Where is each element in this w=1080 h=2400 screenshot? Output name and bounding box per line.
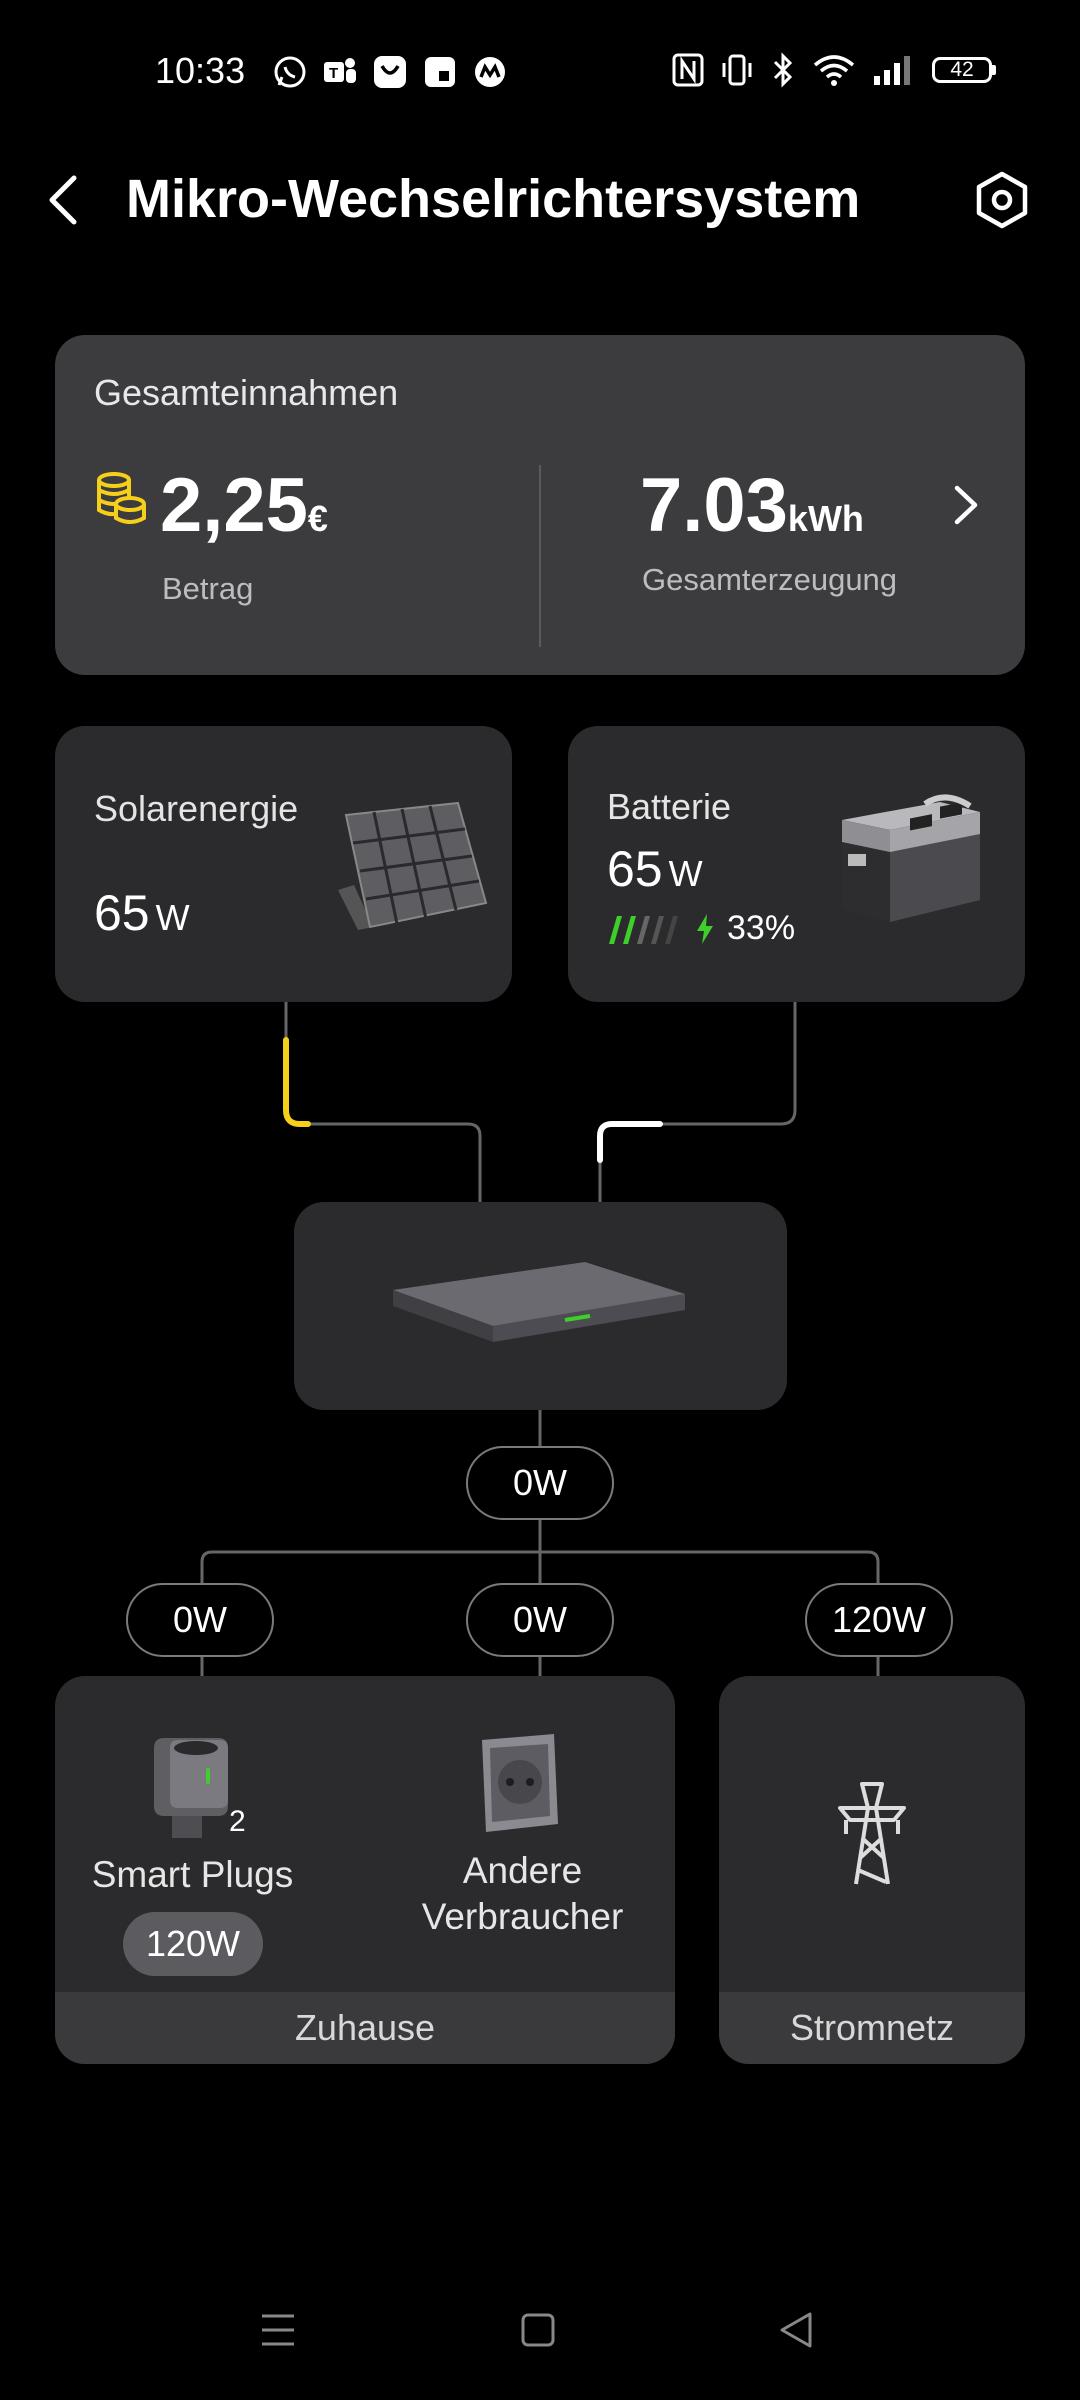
app-icon bbox=[472, 54, 508, 90]
grid-footer: Stromnetz bbox=[719, 1992, 1025, 2064]
menu-icon bbox=[262, 2314, 294, 2346]
coins-icon bbox=[94, 470, 148, 528]
inverter-output-pill: 0W bbox=[466, 1446, 614, 1520]
nav-back-button[interactable] bbox=[776, 2310, 816, 2355]
bluetooth-icon bbox=[773, 52, 793, 88]
total-energy-label: Gesamterzeugung bbox=[642, 562, 898, 597]
charging-bolt-icon bbox=[697, 913, 713, 944]
battery-label: Batterie bbox=[607, 786, 732, 827]
earnings-title: Gesamteinnahmen bbox=[94, 372, 399, 413]
solar-panel-image bbox=[318, 795, 488, 935]
settings-hex-icon bbox=[976, 171, 1028, 229]
status-time: 10:33 bbox=[155, 50, 246, 91]
inverter-image bbox=[385, 1242, 695, 1352]
earnings-amount-label: Betrag bbox=[162, 571, 254, 606]
back-triangle-icon bbox=[780, 2312, 812, 2348]
wall-socket-icon[interactable] bbox=[472, 1732, 564, 1836]
chevron-right-icon bbox=[954, 485, 978, 525]
grid-flow-pill: 120W bbox=[805, 1583, 953, 1657]
smart-plug-icon[interactable] bbox=[148, 1734, 240, 1842]
smart-plugs-count: 2 bbox=[229, 1805, 246, 1838]
home-square-icon bbox=[521, 2313, 555, 2347]
back-button[interactable] bbox=[46, 170, 96, 230]
battery-indicator: 42 bbox=[932, 57, 992, 83]
whatsapp-icon bbox=[272, 54, 308, 90]
smart-plugs-flow-pill: 0W bbox=[126, 1583, 274, 1657]
signal-icon bbox=[874, 56, 910, 85]
battery-level: 33% bbox=[607, 909, 795, 948]
page-title: Mikro-Wechselrichtersystem bbox=[126, 169, 861, 229]
home-footer: Zuhause bbox=[55, 1992, 675, 2064]
settings-button[interactable] bbox=[970, 168, 1034, 232]
power-station-image bbox=[830, 790, 995, 930]
chevron-left-icon bbox=[49, 175, 77, 225]
shop-icon bbox=[372, 54, 408, 90]
battery-level-bars bbox=[609, 915, 678, 944]
wifi-icon bbox=[813, 55, 855, 86]
total-energy: 7.03kWh bbox=[640, 463, 864, 548]
energy-unit: kWh bbox=[787, 498, 864, 539]
battery-power: 65 W bbox=[607, 841, 703, 897]
nav-menu-button[interactable] bbox=[258, 2310, 298, 2355]
earnings-amount: 2,25€ bbox=[160, 463, 328, 548]
status-app-icons: T bbox=[272, 54, 508, 90]
smart-plugs-label[interactable]: Smart Plugs bbox=[55, 1854, 330, 1896]
battery-percent: 33% bbox=[727, 909, 796, 947]
teams-icon: T bbox=[322, 54, 358, 90]
notes-icon bbox=[422, 54, 458, 90]
amount-unit: € bbox=[307, 498, 328, 539]
other-consumers-label[interactable]: Andere Verbraucher bbox=[390, 1848, 655, 1940]
smart-plugs-power-badge: 120W bbox=[123, 1912, 263, 1976]
other-consumers-flow-pill: 0W bbox=[466, 1583, 614, 1657]
solar-label: Solarenergie bbox=[94, 788, 299, 829]
svg-text:T: T bbox=[329, 65, 338, 82]
earnings-detail-button[interactable] bbox=[945, 480, 985, 530]
nav-home-button[interactable] bbox=[518, 2310, 558, 2355]
earnings-divider bbox=[539, 465, 541, 647]
vibrate-icon bbox=[722, 54, 752, 86]
power-tower-icon bbox=[832, 1778, 912, 1888]
status-system-icons: 42 bbox=[672, 52, 996, 88]
solar-power: 65 W bbox=[94, 885, 190, 941]
nfc-icon bbox=[672, 53, 704, 87]
